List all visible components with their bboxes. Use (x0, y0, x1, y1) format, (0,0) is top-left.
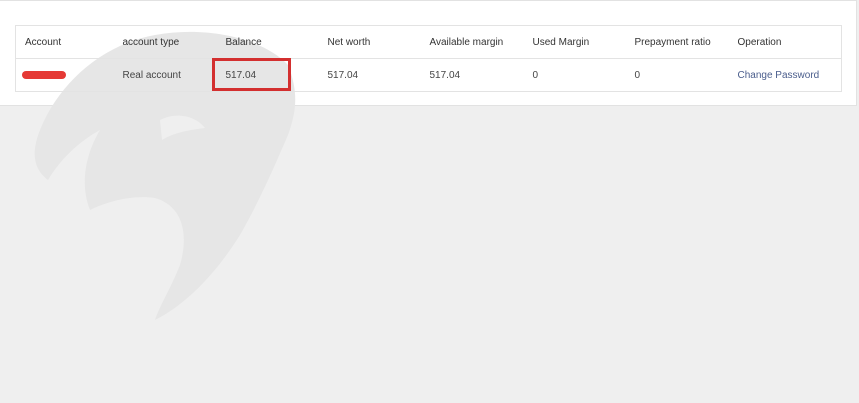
header-available-margin: Available margin (420, 25, 524, 59)
redacted-account-mark (22, 70, 66, 79)
net-worth-cell: 517.04 (327, 69, 359, 81)
table-row: Real account 517.04 517.04 517.04 0 0 Ch… (16, 59, 842, 92)
header-operation: Operation (728, 25, 842, 59)
available-margin-cell: 517.04 (429, 69, 461, 81)
table-header-row: Account account type Balance Net worth A… (15, 25, 842, 59)
header-balance: Balance (216, 25, 319, 59)
account-type-cell: Real account (122, 69, 181, 81)
header-account-type: account type (113, 25, 217, 59)
header-net-worth: Net worth (318, 25, 421, 59)
change-password-link[interactable]: Change Password (738, 70, 820, 81)
used-margin-cell: 0 (532, 69, 539, 81)
header-account: Account (15, 25, 114, 59)
header-used-margin: Used Margin (523, 25, 626, 59)
account-table: Account account type Balance Net worth A… (15, 25, 842, 92)
header-prepayment-ratio: Prepayment ratio (625, 25, 729, 59)
operation-cell: Change Password (729, 59, 842, 92)
prepayment-ratio-cell: 0 (634, 69, 641, 81)
balance-cell: 517.04 (225, 69, 257, 81)
account-cell (16, 59, 114, 92)
